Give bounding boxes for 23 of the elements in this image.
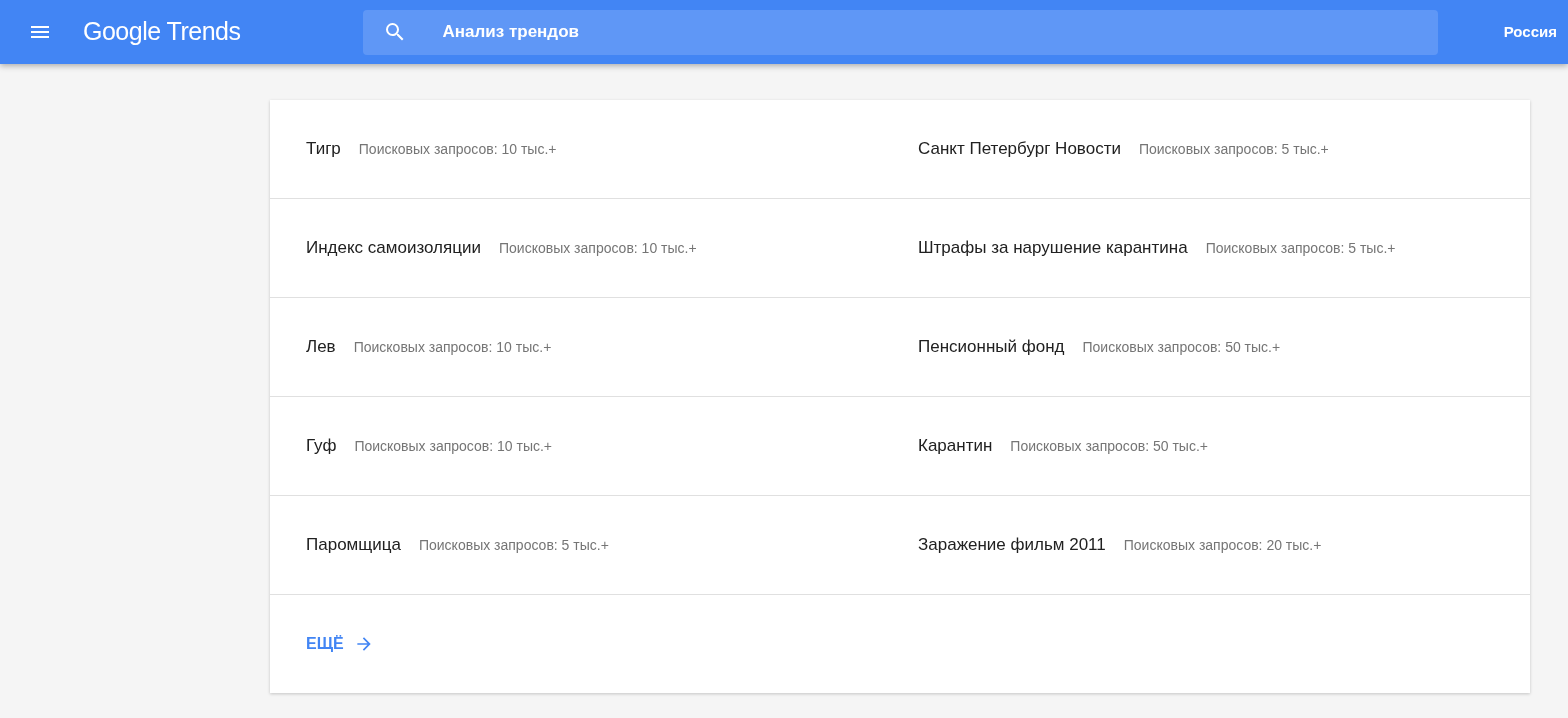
search-count: Поисковых запросов: 10 тыс.+ bbox=[358, 139, 557, 159]
search-count: Поисковых запросов: 10 тыс.+ bbox=[353, 337, 552, 357]
logo[interactable]: Google Trends bbox=[83, 13, 241, 51]
search-count: Поисковых запросов: 10 тыс.+ bbox=[498, 238, 697, 258]
trend-title[interactable]: Карантин bbox=[918, 433, 993, 459]
search-count: Поисковых запросов: 20 тыс.+ bbox=[1123, 535, 1322, 555]
search-count: Поисковых запросов: 5 тыс.+ bbox=[1205, 238, 1396, 258]
region-label[interactable]: Россия bbox=[1503, 20, 1557, 44]
search-count: Поисковых запросов: 10 тыс.+ bbox=[354, 436, 553, 456]
search-count: Поисковых запросов: 50 тыс.+ bbox=[1010, 436, 1208, 456]
trend-title[interactable]: Тигр bbox=[306, 136, 341, 162]
trend-title[interactable]: Санкт Петербург Новости bbox=[918, 136, 1121, 162]
trend-title[interactable]: Лев bbox=[306, 334, 336, 360]
more-link[interactable]: ЕЩЁ bbox=[306, 632, 374, 656]
search-count: Поисковых запросов: 5 тыс.+ bbox=[418, 535, 609, 555]
search-count: Поисковых запросов: 50 тыс.+ bbox=[1082, 337, 1281, 357]
trend-title[interactable]: Паромщица bbox=[306, 532, 401, 558]
trend-title[interactable]: Индекс самоизоляции bbox=[306, 235, 481, 261]
search-count: Поисковых запросов: 5 тыс.+ bbox=[1138, 139, 1329, 159]
trend-title[interactable]: Пенсионный фонд bbox=[918, 334, 1065, 360]
trend-title[interactable]: Заражение фильм 2011 bbox=[918, 532, 1106, 558]
trend-title[interactable]: Гуф bbox=[306, 433, 337, 459]
trend-title[interactable]: Штрафы за нарушение карантина bbox=[918, 235, 1188, 261]
